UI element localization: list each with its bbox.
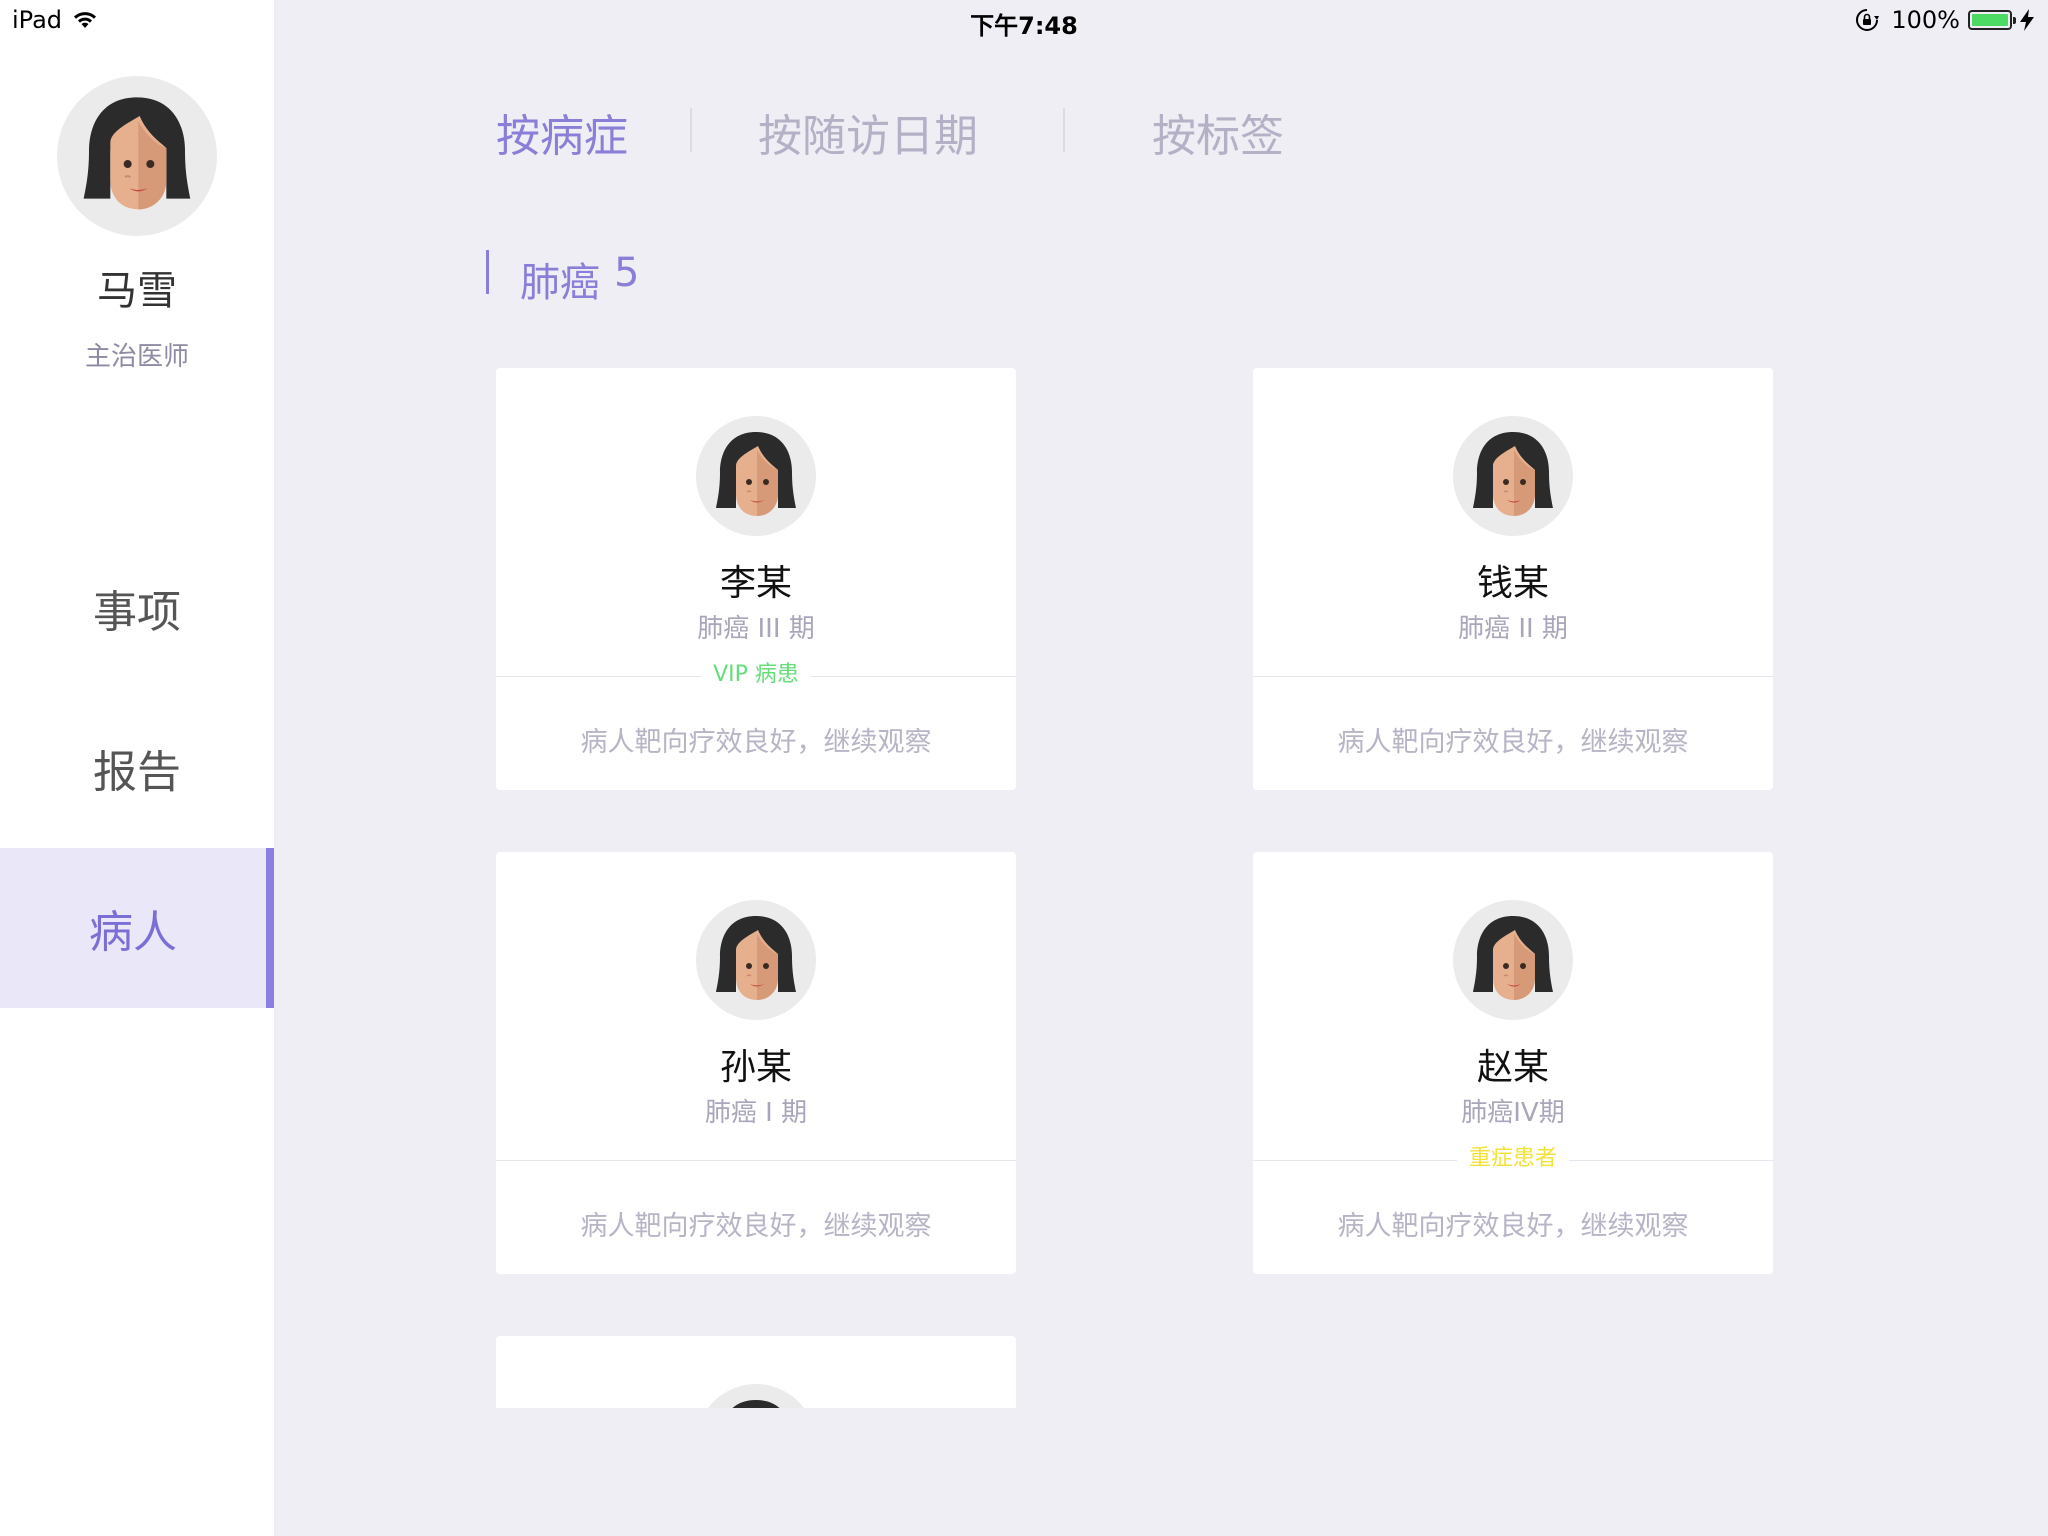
patient-note: 病人靶向疗效良好，继续观察 <box>1337 727 1689 758</box>
patient-note: 病人靶向疗效良好，继续观察 <box>580 1211 932 1242</box>
battery-percent: 100% <box>1891 6 1960 34</box>
patient-name: 赵某 <box>1476 1047 1549 1088</box>
status-right: 100% <box>1855 6 2034 34</box>
patient-card[interactable]: 李某 肺癌 III 期 VIP 病患 病人靶向疗效良好，继续观察 <box>496 368 1016 790</box>
card-divider <box>496 1160 1016 1161</box>
section-indicator <box>486 250 489 294</box>
patient-card[interactable]: 赵某 肺癌IV期 重症患者 病人靶向疗效良好，继续观察 <box>1253 852 1773 1274</box>
nav-item-label: 事项 <box>93 587 181 638</box>
patient-name: 钱某 <box>1476 563 1549 604</box>
patient-avatar <box>696 416 816 536</box>
tab-divider <box>690 108 692 152</box>
patient-avatar <box>1453 900 1573 1020</box>
nav-item-label: 报告 <box>93 747 181 798</box>
nav-item-patients[interactable]: 病人 <box>0 848 274 1008</box>
patient-avatar <box>696 900 816 1020</box>
patient-card[interactable]: 孙某 肺癌 I 期 病人靶向疗效良好，继续观察 <box>496 852 1016 1274</box>
nav-item-tasks[interactable]: 事项 <box>0 528 274 688</box>
patient-name: 孙某 <box>719 1047 792 1088</box>
nav-item-label: 病人 <box>89 907 177 958</box>
patient-note: 病人靶向疗效良好，继续观察 <box>1337 1211 1689 1242</box>
patient-note: 病人靶向疗效良好，继续观察 <box>580 727 932 758</box>
status-time: 下午7:48 <box>970 12 1078 40</box>
rotation-lock-icon <box>1856 9 1880 31</box>
card-divider <box>1253 676 1773 677</box>
battery-fill <box>1972 14 2008 26</box>
patient-stage: 肺癌IV期 <box>1461 1098 1565 1128</box>
section-title: 肺癌 <box>520 260 600 306</box>
doctor-name: 马雪 <box>97 268 177 314</box>
status-bar: iPad 下午7:48 100% <box>0 0 2048 40</box>
patient-card-partial[interactable] <box>496 1336 1016 1408</box>
sidebar: 马雪 主治医师 事项 报告 病人 <box>0 0 274 1536</box>
charging-bolt-icon <box>2020 9 2034 31</box>
nav-item-reports[interactable]: 报告 <box>0 688 274 848</box>
patient-stage: 肺癌 II 期 <box>1458 614 1568 644</box>
patient-name: 李某 <box>719 563 792 604</box>
patient-avatar <box>696 1384 816 1408</box>
vip-badge: VIP 病患 <box>701 660 811 690</box>
patient-card[interactable]: 钱某 肺癌 II 期 病人靶向疗效良好，继续观察 <box>1253 368 1773 790</box>
section-header: 肺癌 5 <box>520 250 639 308</box>
patient-avatar <box>1453 416 1573 536</box>
tab-by-followup-date[interactable]: 按随访日期 <box>758 100 978 164</box>
patient-tag: VIP 病患 <box>496 660 1016 690</box>
severe-badge: 重症患者 <box>1456 1144 1569 1174</box>
section-count: 5 <box>614 250 640 296</box>
tab-by-label[interactable]: 按标签 <box>1152 100 1284 164</box>
patient-tag: 重症患者 <box>1253 1144 1773 1174</box>
doctor-title: 主治医师 <box>84 342 189 372</box>
battery-icon <box>1968 10 2016 30</box>
tab-divider <box>1063 108 1065 152</box>
patient-stage: 肺癌 III 期 <box>697 614 815 644</box>
doctor-avatar[interactable] <box>57 76 217 236</box>
tab-by-condition[interactable]: 按病症 <box>496 100 628 164</box>
patient-stage: 肺癌 I 期 <box>704 1098 808 1128</box>
